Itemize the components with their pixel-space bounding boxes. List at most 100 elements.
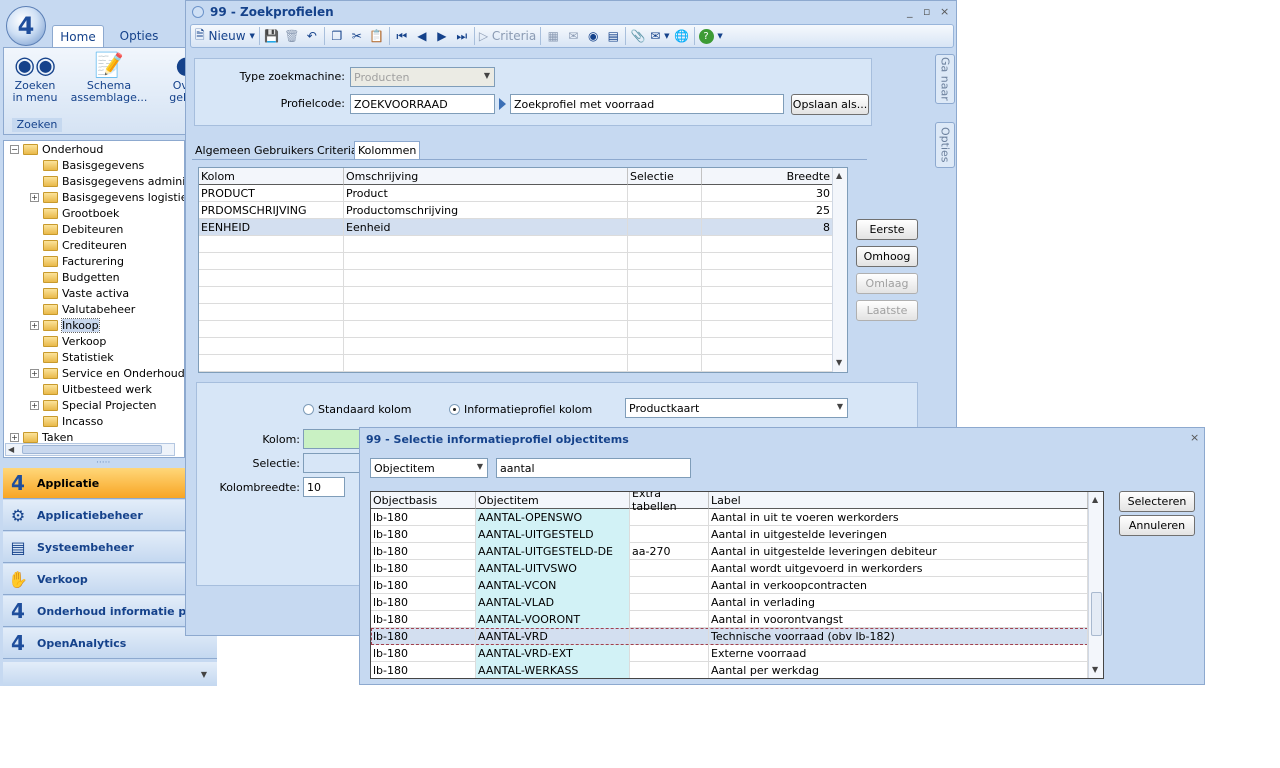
type-zoekmachine-select[interactable]: Producten ▼ xyxy=(350,67,495,87)
column-header-extra-tabellen[interactable]: Extra tabellen xyxy=(630,492,709,513)
search-in-menu-button[interactable]: ◉◉ Zoeken in menu xyxy=(8,50,62,116)
column-header-selectie[interactable]: Selectie xyxy=(628,168,702,185)
tree-node[interactable]: Uitbesteed werk xyxy=(30,381,152,397)
cancel-button[interactable]: Annuleren xyxy=(1119,515,1195,536)
schema-assemblage-button[interactable]: 📝 Schema assemblage... xyxy=(70,50,148,116)
column-header-omschrijving[interactable]: Omschrijving xyxy=(344,168,628,185)
table-row[interactable] xyxy=(199,236,833,253)
expand-icon[interactable]: + xyxy=(30,192,39,202)
tree-node[interactable]: Vaste activa xyxy=(30,285,129,301)
tree-node[interactable]: Budgetten xyxy=(30,269,120,285)
splitter-grip[interactable]: ····· xyxy=(96,458,116,468)
undo-icon[interactable]: ↶ xyxy=(304,29,320,43)
table-row[interactable]: lb-180 AANTAL-VRD-EXT Externe voorraad xyxy=(371,645,1088,662)
table-row[interactable]: lb-180 AANTAL-VLAD Aantal in verlading xyxy=(371,594,1088,611)
scroll-down-icon[interactable]: ▼ xyxy=(836,358,842,367)
table-row[interactable]: lb-180 AANTAL-UITGESTELD-DE aa-270 Aantal i… xyxy=(371,543,1088,560)
delete-icon[interactable]: 🗑 xyxy=(284,29,300,43)
columns-icon[interactable]: ▤ xyxy=(605,29,621,43)
close-icon[interactable]: × xyxy=(940,5,949,18)
globe-icon[interactable]: 🌐 xyxy=(674,29,690,43)
first-record-icon[interactable]: ⏮ xyxy=(394,29,410,44)
expand-icon[interactable]: + xyxy=(30,368,39,378)
expand-icon[interactable]: + xyxy=(30,400,39,410)
column-header-objectitem[interactable]: Objectitem xyxy=(476,492,630,509)
cut-icon[interactable]: ✂ xyxy=(349,29,365,43)
filter-type-select[interactable]: Objectitem ▼ xyxy=(370,458,488,478)
scroll-left-icon[interactable]: ◀ xyxy=(8,445,14,454)
info-profile-select[interactable]: Productkaart ▼ xyxy=(625,398,848,418)
navigation-pane-footer[interactable]: ▼ xyxy=(3,662,217,686)
select-button[interactable]: Selecteren xyxy=(1119,491,1195,512)
up-button[interactable]: Omhoog xyxy=(856,246,918,267)
tree-node-onderhoud[interactable]: − Onderhoud xyxy=(10,141,103,157)
profile-description-input[interactable]: Zoekprofiel met voorraad xyxy=(510,94,784,114)
scroll-up-icon[interactable]: ▲ xyxy=(1092,495,1098,504)
table-row[interactable]: EENHEID Eenheid 8 xyxy=(199,219,833,236)
application-orb-button[interactable]: 4 xyxy=(6,6,46,46)
tree-node[interactable]: Facturering xyxy=(30,253,124,269)
tree-node[interactable]: + Inkoop xyxy=(30,317,100,333)
copy-icon[interactable]: ❐ xyxy=(329,29,345,43)
minimize-icon[interactable]: _ xyxy=(907,5,913,18)
table-row[interactable]: PRODUCT Product 30 xyxy=(199,185,833,202)
first-button[interactable]: Eerste xyxy=(856,219,918,240)
export-icon[interactable]: ▦ xyxy=(545,29,561,43)
tree-node[interactable]: Verkoop xyxy=(30,333,106,349)
expand-icon[interactable]: + xyxy=(30,320,39,330)
help-icon[interactable]: ? ▼ xyxy=(698,28,723,44)
mail-merge-icon[interactable]: ✉ xyxy=(565,29,581,43)
search-input[interactable]: aantal xyxy=(496,458,691,478)
tree-node[interactable]: Statistiek xyxy=(30,349,114,365)
table-row[interactable] xyxy=(199,355,833,372)
tree-node[interactable]: + Service en Onderhoud xyxy=(30,365,184,381)
window-title-bar[interactable]: 99 - Zoekprofielen xyxy=(186,1,956,23)
column-header-kolom[interactable]: Kolom xyxy=(199,168,344,185)
info-profile-column-radio[interactable]: Informatieprofiel kolom xyxy=(449,403,592,416)
tree-node[interactable]: Grootboek xyxy=(30,205,119,221)
down-button[interactable]: Omlaag xyxy=(856,273,918,294)
ribbon-tab-opties[interactable]: Opties xyxy=(110,25,168,47)
kolom-input[interactable] xyxy=(303,429,363,449)
mail-icon[interactable]: ✉ ▼ xyxy=(650,29,669,43)
table-row[interactable] xyxy=(199,304,833,321)
chevron-down-icon[interactable]: ▼ xyxy=(201,670,207,679)
new-button[interactable]: 🗎 Nieuw ▼ xyxy=(195,26,255,47)
tab-algemeen[interactable]: Algemeen xyxy=(192,141,254,159)
grid-vertical-scrollbar[interactable]: ▲ ▼ xyxy=(832,168,847,372)
table-row[interactable]: lb-180 AANTAL-WERKASS Aantal per werkdag xyxy=(371,662,1088,678)
selectie-input[interactable] xyxy=(303,453,363,473)
tree-node[interactable]: Basisgegevens xyxy=(30,157,144,173)
save-icon[interactable]: 💾 xyxy=(264,29,280,43)
table-row[interactable]: lb-180 AANTAL-OPENSWO Aantal in uit te voe… xyxy=(371,509,1088,526)
tree-horizontal-scrollbar[interactable]: ◀ xyxy=(5,443,175,456)
column-header-breedte[interactable]: Breedte xyxy=(702,168,833,185)
side-tab-ga-naar[interactable]: Ga naar xyxy=(935,54,955,104)
previous-record-icon[interactable]: ◀ xyxy=(414,29,430,43)
tree-node[interactable]: Incasso xyxy=(30,413,103,429)
expand-icon[interactable]: + xyxy=(10,432,19,442)
paste-icon[interactable]: 📋 xyxy=(369,29,385,43)
table-row[interactable] xyxy=(199,338,833,355)
scroll-thumb[interactable] xyxy=(1091,592,1102,636)
ribbon-tab-home[interactable]: Home xyxy=(52,25,104,47)
table-row[interactable] xyxy=(199,287,833,304)
table-row[interactable]: PRDOMSCHRIJVING Productomschrijving 25 xyxy=(199,202,833,219)
criteria-button[interactable]: ▷ Criteria xyxy=(479,29,536,43)
next-record-icon[interactable]: ▶ xyxy=(434,29,450,43)
standard-column-radio[interactable]: Standaard kolom xyxy=(303,403,412,416)
table-row[interactable]: lb-180 AANTAL-VCON Aantal in verkoopcontra… xyxy=(371,577,1088,594)
column-header-objectbasis[interactable]: Objectbasis xyxy=(371,492,476,509)
kolombreedte-input[interactable]: 10 xyxy=(303,477,345,497)
tab-kolommen[interactable]: Kolommen xyxy=(354,141,421,159)
radio-button[interactable] xyxy=(303,404,314,415)
dialog-title-bar[interactable]: 99 - Selectie informatieprofiel objectit… xyxy=(360,428,1204,450)
scroll-down-icon[interactable]: ▼ xyxy=(1092,665,1098,674)
last-record-icon[interactable]: ⏭ xyxy=(454,29,470,44)
table-row[interactable] xyxy=(199,270,833,287)
tree-node[interactable]: Basisgegevens administr xyxy=(30,173,184,189)
grid-vertical-scrollbar[interactable]: ▲ ▼ xyxy=(1088,492,1103,678)
tree-node[interactable]: + Basisgegevens logistiek xyxy=(30,189,184,205)
radio-button[interactable] xyxy=(449,404,460,415)
profielcode-input[interactable]: ZOEKVOORRAAD xyxy=(350,94,495,114)
